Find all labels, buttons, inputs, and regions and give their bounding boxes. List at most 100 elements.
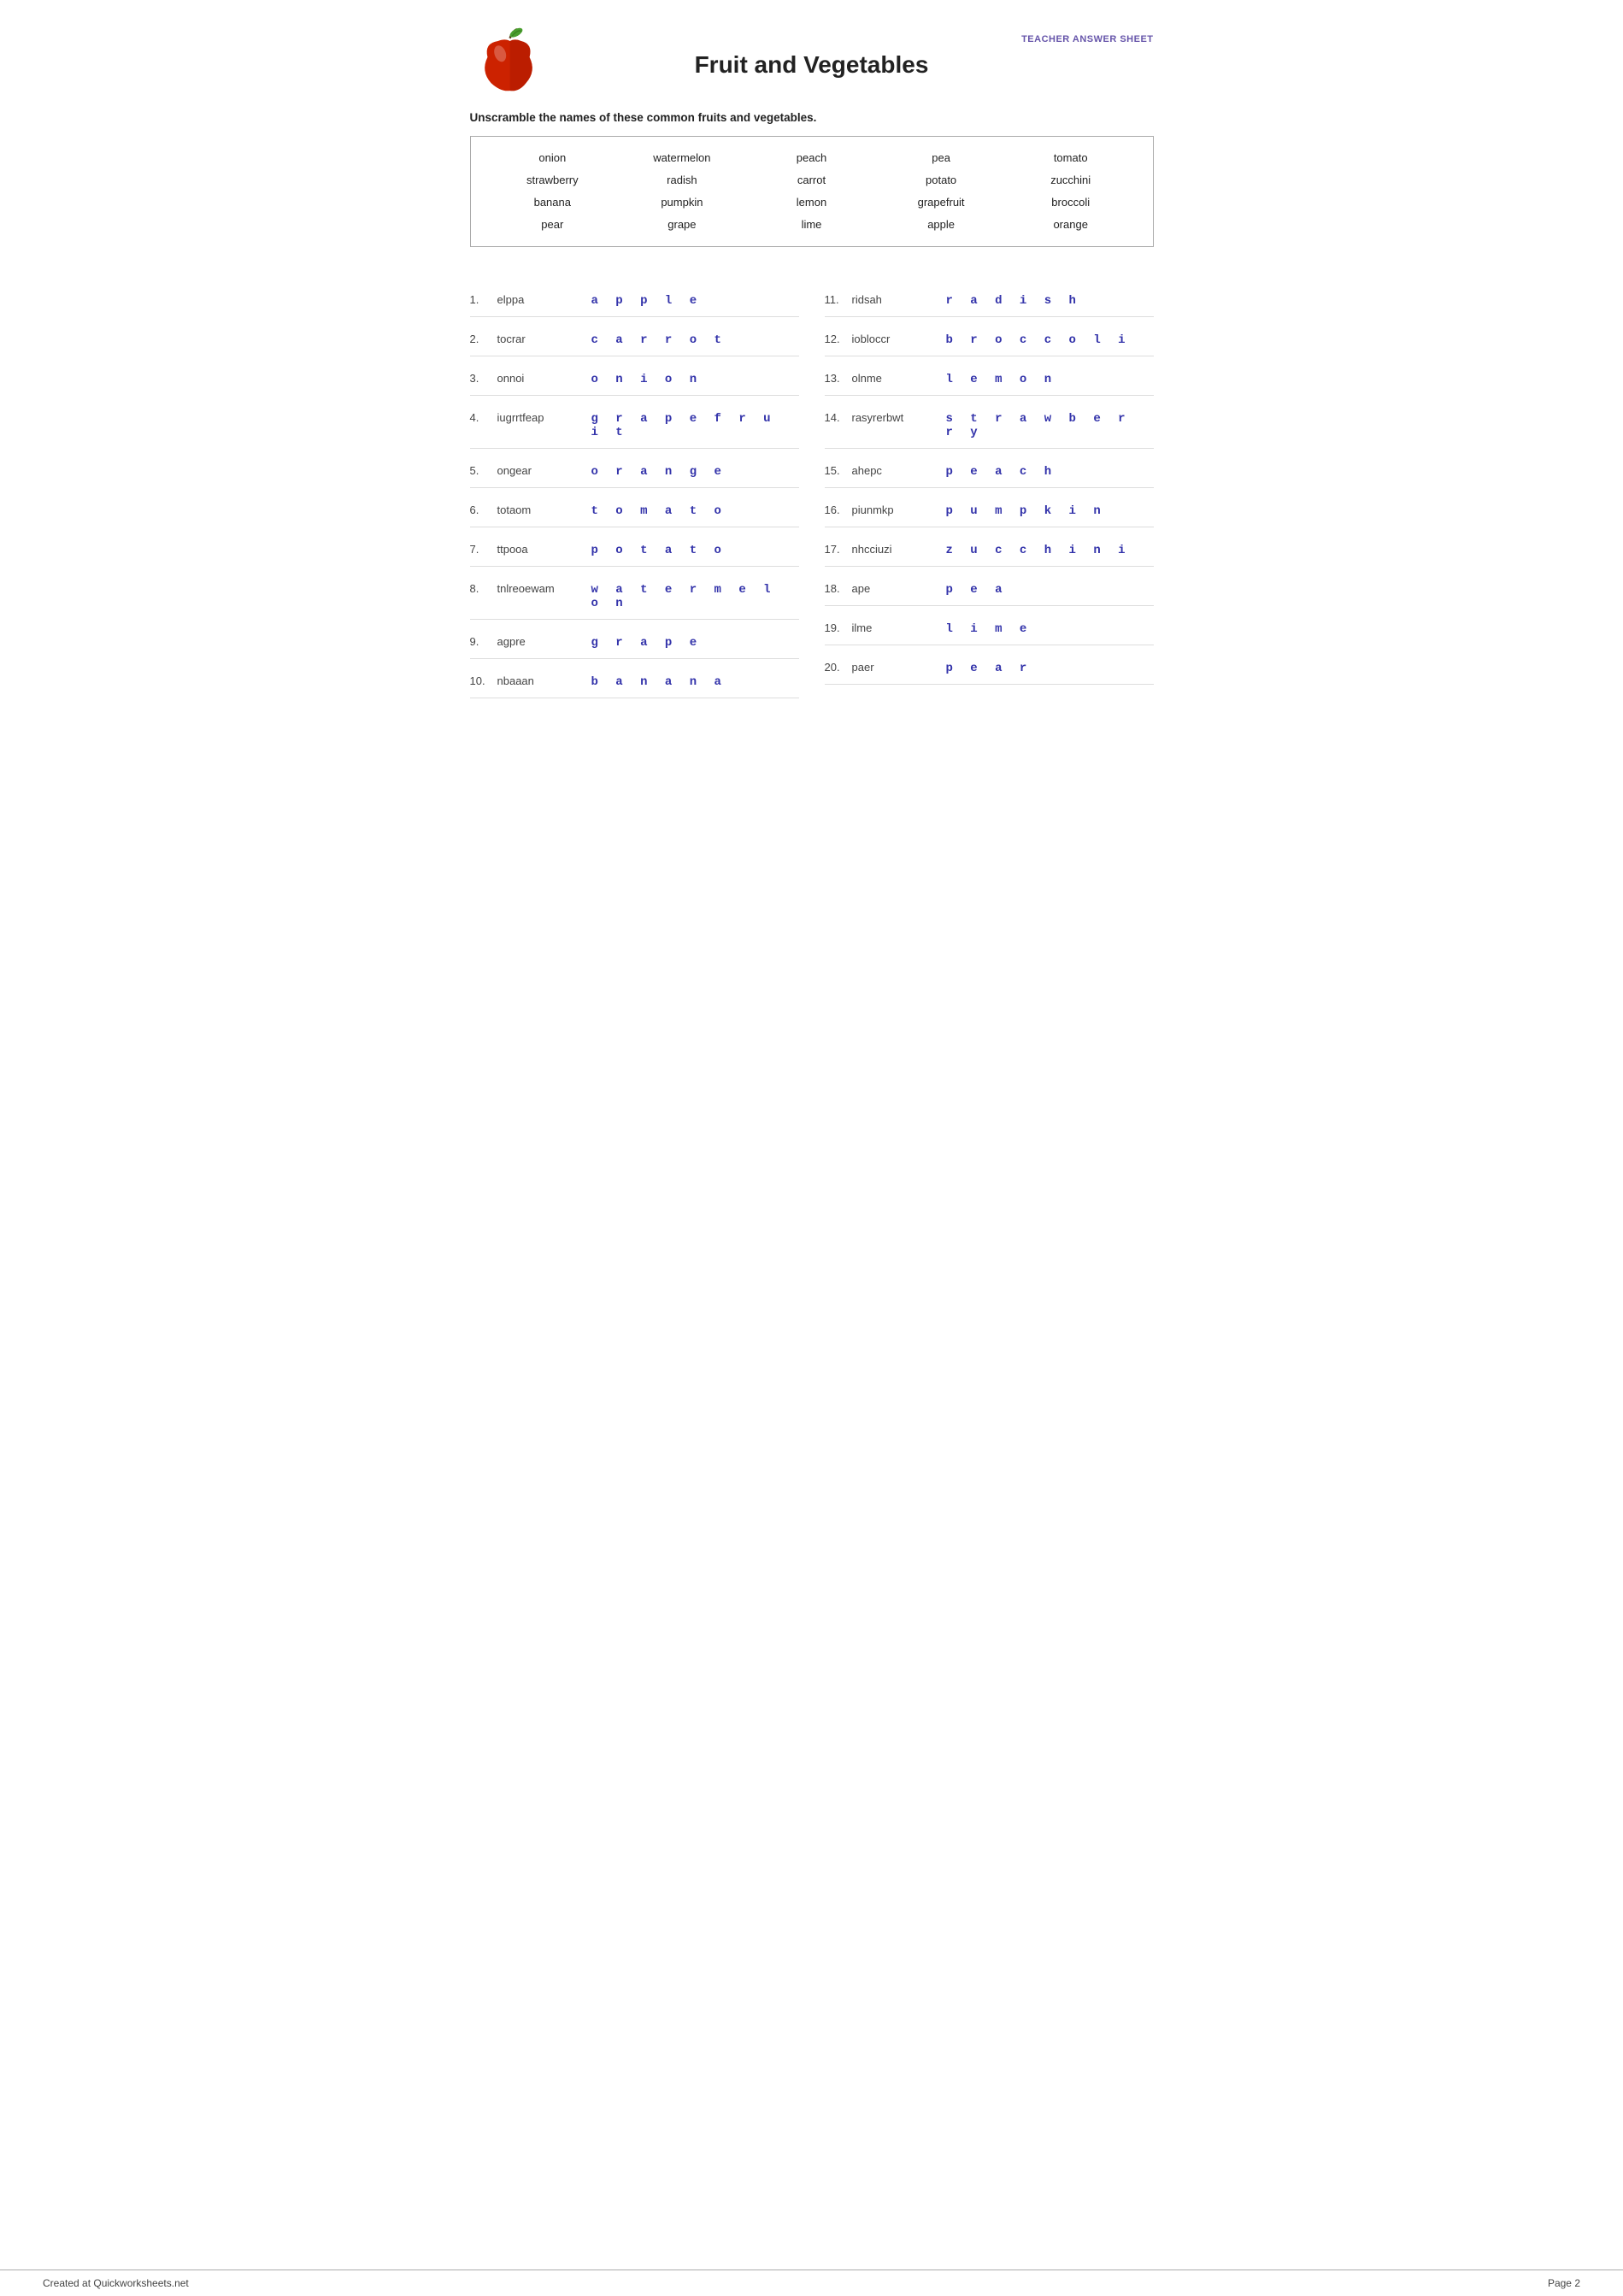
answer-word: o r a n g e	[591, 465, 726, 479]
question-number: 14.	[825, 411, 852, 424]
scrambled-word: elppa	[497, 293, 591, 306]
word-bank-item: banana	[488, 193, 618, 212]
word-bank: onion strawberry banana pear watermelon radis…	[470, 136, 1154, 247]
question-number: 15.	[825, 464, 852, 477]
word-bank-item: broccoli	[1006, 193, 1136, 212]
scrambled-word: tocrar	[497, 333, 591, 345]
answer-word: c a r r o t	[591, 333, 726, 347]
question-row: 9.agpreg r a p e	[470, 620, 799, 659]
question-row: 19.ilmel i m e	[825, 606, 1154, 645]
word-bank-item: lemon	[747, 193, 877, 212]
word-bank-column: pea potato grapefruit apple	[876, 149, 1006, 234]
question-row: 8.tnlreoewamw a t e r m e l o n	[470, 567, 799, 620]
question-number: 16.	[825, 503, 852, 516]
word-bank-item: watermelon	[617, 149, 747, 168]
scrambled-word: ahepc	[852, 464, 946, 477]
word-bank-item: grapefruit	[876, 193, 1006, 212]
answer-word: a p p l e	[591, 294, 703, 308]
scrambled-word: agpre	[497, 635, 591, 648]
question-number: 20.	[825, 661, 852, 674]
scrambled-word: ridsah	[852, 293, 946, 306]
word-bank-item: strawberry	[488, 171, 618, 190]
word-bank-item: grape	[617, 215, 747, 234]
scrambled-word: olnme	[852, 372, 946, 385]
footer-right: Page 2	[1548, 2277, 1580, 2289]
question-number: 8.	[470, 582, 497, 595]
footer-left: Created at Quickworksheets.net	[43, 2277, 189, 2289]
instructions: Unscramble the names of these common fru…	[470, 111, 1154, 124]
scrambled-word: rasyrerbwt	[852, 411, 946, 424]
scrambled-word: ongear	[497, 464, 591, 477]
answer-word: g r a p e	[591, 636, 703, 650]
question-row: 14.rasyrerbwts t r a w b e r r y	[825, 396, 1154, 449]
answer-word: l e m o n	[946, 373, 1057, 386]
question-row: 11.ridsahr a d i s h	[825, 278, 1154, 317]
teacher-answer-label: TEACHER ANSWER SHEET	[1021, 34, 1153, 44]
word-bank-column: peach carrot lemon lime	[747, 149, 877, 234]
word-bank-item: apple	[876, 215, 1006, 234]
scrambled-word: paer	[852, 661, 946, 674]
answer-word: w a t e r m e l o n	[591, 583, 799, 610]
question-row: 5.ongearo r a n g e	[470, 449, 799, 488]
question-number: 5.	[470, 464, 497, 477]
scrambled-word: ape	[852, 582, 946, 595]
page-title: Fruit and Vegetables	[695, 51, 929, 79]
answer-word: z u c c h i n i	[946, 544, 1131, 557]
scrambled-word: ilme	[852, 621, 946, 634]
question-number: 9.	[470, 635, 497, 648]
scrambled-word: nhcciuzi	[852, 543, 946, 556]
scrambled-word: piunmkp	[852, 503, 946, 516]
question-number: 12.	[825, 333, 852, 345]
answer-word: t o m a t o	[591, 504, 726, 518]
word-bank-item: potato	[876, 171, 1006, 190]
scrambled-word: iobloccr	[852, 333, 946, 345]
answer-word: p o t a t o	[591, 544, 726, 557]
answer-word: o n i o n	[591, 373, 703, 386]
word-bank-column: tomatozucchinibroccoliorange	[1006, 149, 1136, 234]
answer-word: p u m p k i n	[946, 504, 1106, 518]
word-bank-item: lime	[747, 215, 877, 234]
question-number: 2.	[470, 333, 497, 345]
word-bank-item: pea	[876, 149, 1006, 168]
question-row: 12.iobloccrb r o c c o l i	[825, 317, 1154, 356]
question-row: 17.nhcciuziz u c c h i n i	[825, 527, 1154, 567]
scrambled-word: ttpooa	[497, 543, 591, 556]
question-number: 19.	[825, 621, 852, 634]
question-row: 7.ttpooap o t a t o	[470, 527, 799, 567]
question-number: 11.	[825, 293, 852, 306]
page-footer: Created at Quickworksheets.net Page 2	[0, 2270, 1623, 2296]
question-number: 17.	[825, 543, 852, 556]
answer-word: s t r a w b e r r y	[946, 412, 1154, 439]
scrambled-word: totaom	[497, 503, 591, 516]
apple-icon	[470, 26, 547, 103]
question-number: 3.	[470, 372, 497, 385]
answer-word: p e a r	[946, 662, 1032, 675]
word-bank-item: orange	[1006, 215, 1136, 234]
word-bank-item: peach	[747, 149, 877, 168]
question-row: 18.apep e a	[825, 567, 1154, 606]
word-bank-item: radish	[617, 171, 747, 190]
scrambled-word: onnoi	[497, 372, 591, 385]
word-bank-item: pear	[488, 215, 618, 234]
answer-word: b a n a n a	[591, 675, 726, 689]
question-number: 10.	[470, 674, 497, 687]
question-number: 4.	[470, 411, 497, 424]
word-bank-item: onion	[488, 149, 618, 168]
word-bank-item: carrot	[747, 171, 877, 190]
answer-word: l i m e	[946, 622, 1032, 636]
scrambled-word: tnlreoewam	[497, 582, 591, 595]
word-bank-item: pumpkin	[617, 193, 747, 212]
word-bank-column: watermelon radish pumpkin grape	[617, 149, 747, 234]
questions-grid: 1.elppaa p p l e 2.tocrarc a r r o t 3.onn…	[470, 278, 1154, 698]
question-row: 20.paerp e a r	[825, 645, 1154, 685]
question-row: 13.olnmel e m o n	[825, 356, 1154, 396]
questions-left-column: 1.elppaa p p l e 2.tocrarc a r r o t 3.onn…	[470, 278, 799, 698]
answer-word: g r a p e f r u i t	[591, 412, 799, 439]
word-bank-column: onion strawberry banana pear	[488, 149, 618, 234]
question-number: 7.	[470, 543, 497, 556]
questions-right-column: 11.ridsahr a d i s h12.iobloccrb r o c c…	[825, 278, 1154, 698]
page-header: TEACHER ANSWER SHEET Fruit and Vegetable…	[470, 26, 1154, 87]
answer-word: r a d i s h	[946, 294, 1081, 308]
question-number: 1.	[470, 293, 497, 306]
scrambled-word: nbaaan	[497, 674, 591, 687]
